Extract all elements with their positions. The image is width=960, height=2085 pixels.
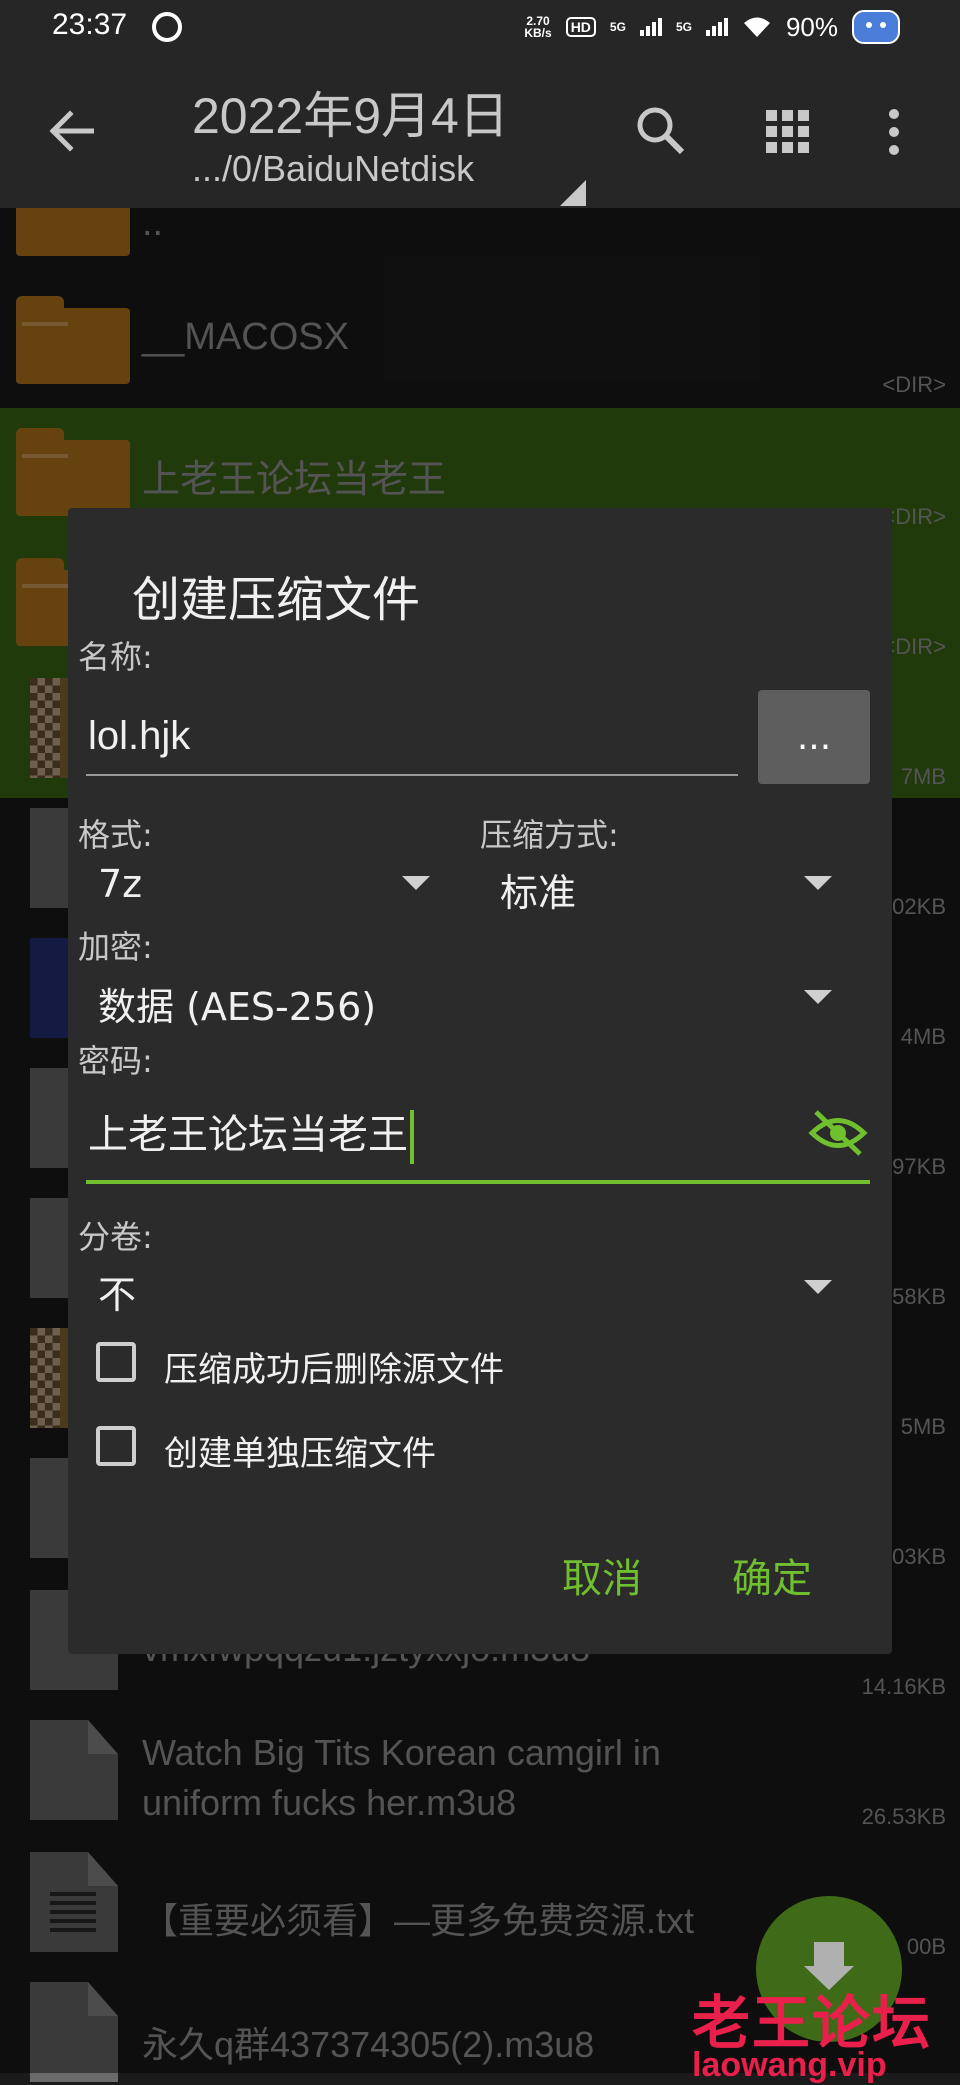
password-input[interactable]: 上老王论坛当老王 [88, 1102, 414, 1165]
more-options-icon[interactable] [884, 108, 904, 156]
separate-archive-label: 创建单独压缩文件 [164, 1434, 436, 1474]
signal-icon-2 [705, 18, 728, 36]
split-select[interactable]: 不 [98, 1264, 136, 1319]
grid-view-icon[interactable] [766, 110, 810, 154]
notification-q-icon [152, 12, 182, 42]
wifi-icon [743, 17, 770, 37]
download-arrow-icon [804, 1942, 854, 1990]
split-label: 分卷: [78, 1218, 153, 1256]
encryption-label: 加密: [78, 928, 153, 966]
search-icon[interactable] [634, 104, 686, 156]
separate-archive-checkbox[interactable] [96, 1426, 136, 1466]
split-dropdown-icon[interactable] [804, 1280, 832, 1294]
folder-title: 2022年9月4日 [192, 88, 509, 144]
net-speed: 2.70 KB/s [524, 14, 552, 40]
format-label: 格式: [78, 816, 153, 854]
cancel-button[interactable]: 取消 [562, 1546, 642, 1604]
create-archive-dialog: 创建压缩文件 名称: lol.hjk ... 格式: 7z 压缩方式: 标准 加… [68, 508, 892, 1654]
method-dropdown-icon[interactable] [804, 876, 832, 890]
status-bar: 23:37 2.70 KB/s HD 5G 5G 90% [0, 0, 960, 52]
encryption-select[interactable]: 数据 (AES-256) [98, 976, 376, 1031]
name-label: 名称: [78, 638, 153, 676]
password-underline [86, 1180, 870, 1184]
signal-icon [639, 18, 662, 36]
name-underline [86, 774, 738, 776]
format-dropdown-icon[interactable] [402, 876, 430, 890]
method-label: 压缩方式: [480, 816, 619, 854]
battery-percent: 90% [785, 11, 838, 42]
delete-source-checkbox[interactable] [96, 1342, 136, 1382]
delete-source-label: 压缩成功后删除源文件 [164, 1350, 504, 1390]
dialog-title: 创建压缩文件 [132, 572, 421, 628]
password-label: 密码: [78, 1042, 153, 1080]
encryption-dropdown-icon[interactable] [804, 990, 832, 1004]
battery-icon [852, 10, 900, 44]
archive-name-input[interactable]: lol.hjk [88, 714, 190, 759]
watermark-domain: laowang.vip [692, 2046, 887, 2084]
ok-button[interactable]: 确定 [732, 1546, 812, 1604]
path-dropdown-icon[interactable] [560, 180, 586, 206]
back-arrow-icon[interactable] [48, 108, 94, 154]
status-right-group: 2.70 KB/s HD 5G 5G 90% [524, 10, 900, 44]
sim2-label: 5G [675, 20, 692, 34]
app-bar: 2022年9月4日 .../0/BaiduNetdisk [0, 52, 960, 208]
method-select[interactable]: 标准 [500, 862, 576, 917]
folder-path[interactable]: .../0/BaiduNetdisk [192, 148, 474, 190]
browse-button[interactable]: ... [758, 690, 870, 784]
visibility-off-icon[interactable] [808, 1108, 868, 1158]
format-select[interactable]: 7z [98, 862, 142, 906]
text-cursor [410, 1110, 414, 1165]
status-time: 23:37 [52, 8, 128, 41]
hd-badge: HD [565, 17, 596, 37]
sim1-label: 5G [609, 20, 626, 34]
